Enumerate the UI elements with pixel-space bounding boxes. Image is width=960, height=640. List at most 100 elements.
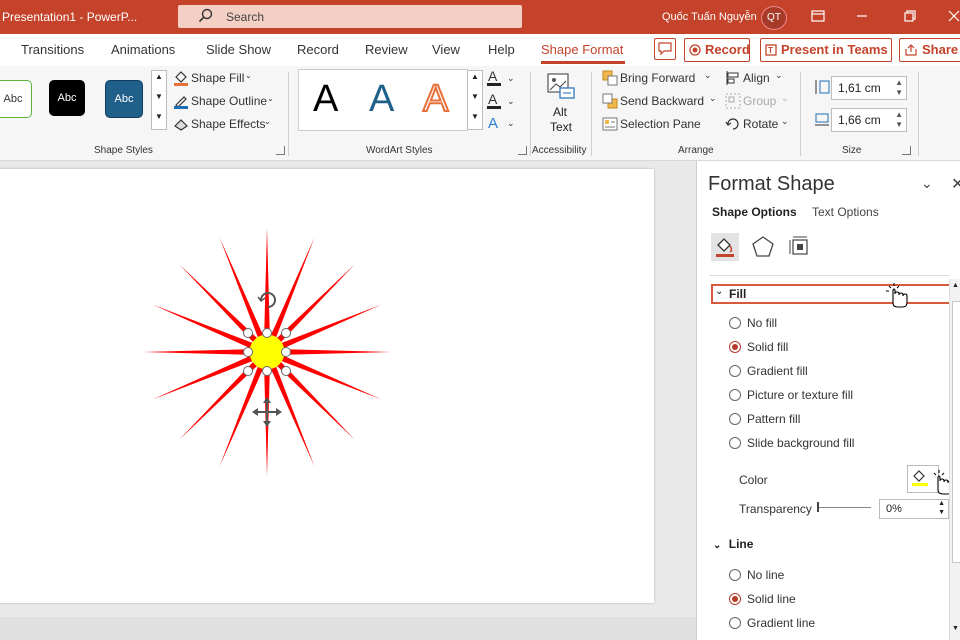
user-name[interactable]: Quốc Tuấn Nguyễn [662, 11, 757, 23]
restore-icon[interactable] [900, 7, 920, 25]
wordart-sample-blue[interactable]: A [369, 78, 394, 121]
fill-section-header[interactable]: ⌄ Fill [711, 283, 953, 308]
chevron-up-icon[interactable]: ▲ [155, 72, 163, 81]
shape-effects-icon [174, 119, 188, 131]
chevron-up-icon[interactable]: ▲ [895, 78, 903, 87]
shape-height-input[interactable]: 1,61 cm ▲ ▼ [831, 76, 907, 100]
line-section-header[interactable]: ⌄ Line [713, 537, 753, 551]
tab-review[interactable]: Review [365, 42, 408, 57]
share-button[interactable]: Share [899, 38, 960, 62]
text-effects-icon[interactable]: A ⌄ [487, 114, 517, 132]
radio-button[interactable] [729, 617, 741, 629]
radio-button[interactable] [729, 317, 741, 329]
tab-shape-options[interactable]: Shape Options [712, 205, 797, 219]
pane-options-chevron-icon[interactable]: ⌄ [921, 175, 933, 192]
wordart-sample-black[interactable]: A [313, 78, 338, 121]
tab-help[interactable]: Help [488, 42, 515, 57]
chevron-up-icon[interactable]: ▲ [471, 72, 479, 81]
chevron-down-icon: ⌄ [267, 94, 274, 103]
tab-slide-show[interactable]: Slide Show [206, 42, 271, 57]
fill-option[interactable]: Pattern fill [729, 412, 939, 428]
slide[interactable] [0, 169, 654, 603]
record-button[interactable]: Record [684, 38, 750, 62]
chevron-up-icon[interactable]: ▲ [938, 500, 945, 507]
shape-style-swatch-black[interactable]: Abc [49, 80, 85, 116]
shape-outline-label: Shape Outline [191, 94, 268, 108]
tab-animations[interactable]: Animations [111, 42, 175, 57]
tab-text-options[interactable]: Text Options [812, 205, 879, 219]
tab-record[interactable]: Record [297, 42, 339, 57]
starburst-ray[interactable] [264, 228, 270, 339]
shape-height-value: 1,61 cm [838, 81, 881, 95]
wordart-gallery[interactable]: A A A [298, 69, 468, 131]
radio-button[interactable] [729, 341, 741, 353]
avatar[interactable]: QT [761, 6, 787, 30]
chevron-down-icon[interactable]: ▼ [938, 509, 945, 516]
chevron-down-icon[interactable]: ▼ [155, 92, 163, 101]
shape-center-fill[interactable] [249, 334, 285, 370]
wordart-launcher-icon[interactable] [518, 146, 527, 155]
fill-option[interactable]: Gradient fill [729, 364, 939, 380]
transparency-slider[interactable] [817, 502, 871, 512]
chevron-down-icon[interactable]: ▼ [895, 88, 903, 97]
radio-button[interactable] [729, 569, 741, 581]
fill-color-picker[interactable] [907, 465, 953, 495]
scrollbar-thumb[interactable] [952, 301, 960, 563]
effects-pentagon-icon[interactable] [749, 233, 777, 261]
group-separator [288, 72, 289, 156]
line-option[interactable]: Gradient line [729, 616, 939, 632]
radio-button[interactable] [729, 389, 741, 401]
tab-view[interactable]: View [432, 42, 460, 57]
starburst-ray[interactable] [143, 349, 254, 355]
text-outline-icon[interactable]: A ⌄ [487, 92, 517, 110]
chevron-down-icon[interactable]: ▼ [895, 120, 903, 129]
comments-button[interactable] [654, 38, 676, 60]
text-fill-icon[interactable]: A ⌄ [487, 69, 517, 87]
starburst-ray[interactable] [280, 349, 391, 355]
pane-close-icon[interactable]: ✕ [951, 174, 960, 194]
chevron-down-icon[interactable]: ▼ [471, 92, 479, 101]
chevron-up-icon[interactable]: ▲ [952, 282, 959, 289]
radio-button[interactable] [729, 365, 741, 377]
minimize-icon[interactable] [852, 7, 872, 25]
shape-width-icon [815, 113, 829, 126]
radio-button[interactable] [729, 593, 741, 605]
ribbon-display-icon[interactable] [808, 7, 828, 25]
shape-style-swatch-outline[interactable]: Abc [0, 80, 32, 118]
size-launcher-icon[interactable] [902, 146, 911, 155]
share-label: Share [922, 42, 959, 57]
wordart-sample-orange-outline[interactable]: A [422, 77, 449, 121]
line-option[interactable]: No line [729, 568, 939, 584]
shape-style-gallery-scroll[interactable]: ▲ ▼ ▼ [151, 70, 167, 130]
radio-button[interactable] [729, 413, 741, 425]
gallery-more-icon[interactable]: ▼ [471, 112, 479, 121]
selection-pane-icon [602, 117, 618, 131]
chevron-down-icon[interactable]: ▼ [952, 625, 959, 632]
tab-transitions[interactable]: Transitions [21, 42, 84, 57]
transparency-slider-thumb[interactable] [817, 502, 819, 512]
horizontal-scrollbar[interactable] [0, 617, 696, 640]
chevron-down-icon: ⌄ [781, 116, 789, 126]
search-input[interactable]: Search [178, 5, 522, 28]
gallery-more-icon[interactable]: ▼ [155, 112, 163, 121]
fill-option[interactable]: Picture or texture fill [729, 388, 939, 404]
fill-option[interactable]: No fill [729, 316, 939, 332]
pane-vertical-scrollbar[interactable]: ▲ ▼ [949, 279, 960, 640]
shape-width-input[interactable]: 1,66 cm ▲ ▼ [831, 108, 907, 132]
line-option[interactable]: Solid line [729, 592, 939, 608]
size-properties-icon[interactable] [786, 233, 814, 261]
alt-text-button[interactable]: Alt Text [540, 70, 580, 140]
chevron-up-icon[interactable]: ▲ [895, 110, 903, 119]
present-in-teams-button[interactable]: T Present in Teams [760, 38, 892, 62]
tab-shape-format[interactable]: Shape Format [541, 42, 623, 57]
close-icon[interactable] [944, 7, 960, 25]
transparency-input[interactable]: 0% ▲ ▼ [879, 499, 949, 519]
fill-option[interactable]: Slide background fill [729, 436, 939, 452]
group-separator [530, 72, 531, 156]
fill-option[interactable]: Solid fill [729, 340, 939, 356]
radio-button[interactable] [729, 437, 741, 449]
wordart-gallery-scroll[interactable]: ▲ ▼ ▼ [467, 70, 483, 130]
fill-and-line-tab[interactable] [711, 233, 739, 261]
shape-style-swatch-blue[interactable]: Abc [105, 80, 143, 118]
shape-styles-launcher-icon[interactable] [276, 146, 285, 155]
